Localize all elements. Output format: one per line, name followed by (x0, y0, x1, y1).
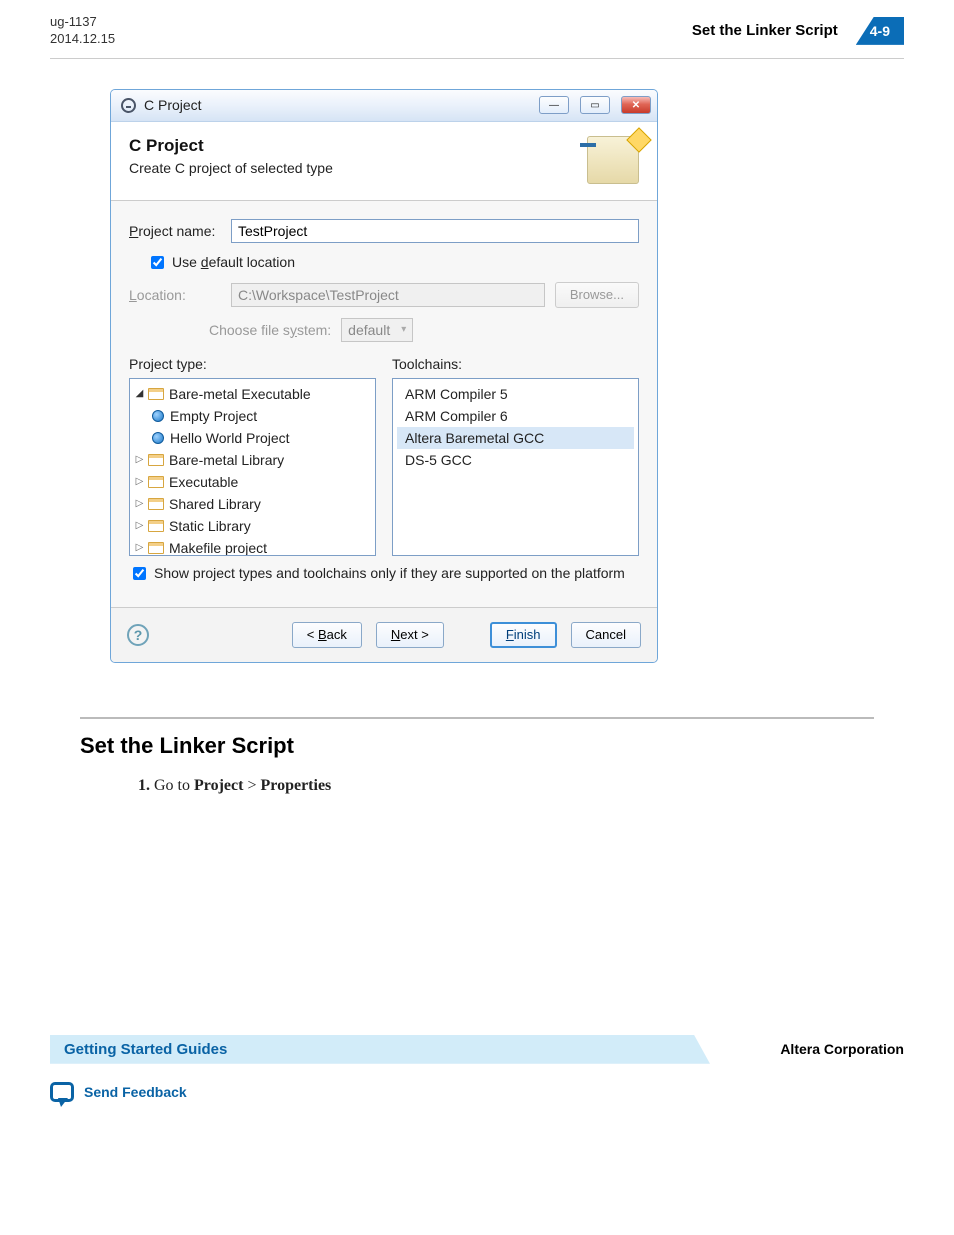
expand-icon[interactable]: ▷ (134, 542, 145, 553)
tree-label: Shared Library (169, 496, 261, 512)
expand-icon[interactable]: ▷ (134, 454, 145, 465)
toolchain-arm6[interactable]: ARM Compiler 6 (397, 405, 634, 427)
header-title: Set the Linker Script (692, 22, 838, 39)
tree-label: Bare-metal Executable (169, 386, 311, 402)
send-feedback-link[interactable]: Send Feedback (84, 1084, 187, 1100)
dialog-body: Project name: Use default location Locat… (111, 201, 657, 607)
expand-icon[interactable]: ▷ (134, 476, 145, 487)
project-type-column: Project type: ◢ Bare-metal Executable Em… (129, 356, 376, 556)
dialog-header-subtitle: Create C project of selected type (129, 160, 333, 176)
guides-link[interactable]: Getting Started Guides (50, 1035, 710, 1064)
page-footer: Getting Started Guides Altera Corporatio… (0, 1035, 954, 1132)
doc-meta: ug-1137 2014.12.15 (50, 14, 115, 48)
project-type-label: Project type: (129, 356, 376, 372)
filesystem-row: Choose file system: default (209, 318, 639, 342)
back-button[interactable]: < Back (292, 622, 362, 648)
dialog-footer: ? < Back Next > Finish Cancel (111, 607, 657, 662)
close-button[interactable]: ✕ (621, 96, 651, 114)
project-name-label: Project name: (129, 223, 231, 239)
use-default-location-label: Use default location (172, 254, 295, 270)
expand-icon[interactable]: ▷ (134, 520, 145, 531)
next-button[interactable]: Next > (376, 622, 444, 648)
tree-node-static-library[interactable]: ▷ Static Library (134, 515, 371, 537)
folder-icon (148, 388, 164, 400)
page-header: ug-1137 2014.12.15 Set the Linker Script… (0, 0, 954, 58)
dialog-header-title: C Project (129, 136, 333, 156)
tree-label: Bare-metal Library (169, 452, 284, 468)
help-icon[interactable]: ? (127, 624, 149, 646)
step-1: 1. Go to Project > Properties (138, 777, 874, 795)
project-icon (152, 410, 164, 422)
app-icon (121, 98, 136, 113)
supported-only-checkbox[interactable] (133, 567, 146, 580)
tree-label: Static Library (169, 518, 251, 534)
tree-node-baremetal-exe[interactable]: ◢ Bare-metal Executable (134, 383, 371, 405)
location-input (231, 283, 545, 307)
tree-label: Hello World Project (170, 430, 290, 446)
tree-node-shared-library[interactable]: ▷ Shared Library (134, 493, 371, 515)
wizard-banner-icon (587, 136, 639, 184)
tree-node-empty-project[interactable]: Empty Project (134, 405, 371, 427)
project-name-input[interactable] (231, 219, 639, 243)
folder-icon (148, 498, 164, 510)
tree-node-executable[interactable]: ▷ Executable (134, 471, 371, 493)
cancel-button[interactable]: Cancel (571, 622, 641, 648)
minimize-button[interactable]: — (539, 96, 569, 114)
toolchains-list[interactable]: ARM Compiler 5 ARM Compiler 6 Altera Bar… (392, 378, 639, 556)
tree-node-hello-world[interactable]: Hello World Project (134, 427, 371, 449)
expand-icon[interactable]: ▷ (134, 498, 145, 509)
supported-row: Show project types and toolchains only i… (129, 564, 639, 583)
tree-node-makefile-project[interactable]: ▷ Makefile project (134, 537, 371, 556)
doc-id: ug-1137 (50, 14, 115, 31)
toolchain-ds5-gcc[interactable]: DS-5 GCC (397, 449, 634, 471)
window-title: C Project (144, 97, 528, 113)
header-divider (50, 58, 904, 59)
location-row: Location: Browse... (129, 282, 639, 308)
project-icon (152, 432, 164, 444)
doc-date: 2014.12.15 (50, 31, 115, 48)
section-heading: Set the Linker Script (80, 733, 874, 759)
type-toolchain-columns: Project type: ◢ Bare-metal Executable Em… (129, 356, 639, 556)
use-default-row: Use default location (147, 253, 639, 272)
toolchain-arm5[interactable]: ARM Compiler 5 (397, 383, 634, 405)
step-number: 1. (138, 777, 150, 794)
titlebar[interactable]: C Project — ▭ ✕ (111, 90, 657, 122)
step-text-pre: Go to (154, 777, 194, 794)
tree-label: Makefile project (169, 540, 267, 556)
feedback-icon (50, 1082, 74, 1102)
maximize-button[interactable]: ▭ (580, 96, 610, 114)
location-label: Location: (129, 287, 231, 303)
c-project-dialog: C Project — ▭ ✕ C Project Create C proje… (110, 89, 658, 663)
footer-row-2: Send Feedback (50, 1082, 904, 1102)
project-name-row: Project name: (129, 219, 639, 243)
toolchain-altera-gcc[interactable]: Altera Baremetal GCC (397, 427, 634, 449)
tree-label: Executable (169, 474, 238, 490)
step-menu-2: Properties (260, 777, 331, 794)
tree-label: Empty Project (170, 408, 257, 424)
corporation-label: Altera Corporation (780, 1041, 904, 1057)
toolchains-label: Toolchains: (392, 356, 639, 372)
browse-button: Browse... (555, 282, 639, 308)
dialog-header: C Project Create C project of selected t… (111, 122, 657, 201)
tree-node-baremetal-lib[interactable]: ▷ Bare-metal Library (134, 449, 371, 471)
filesystem-select: default (341, 318, 413, 342)
page-number-badge: 4-9 (856, 17, 904, 45)
footer-row-1: Getting Started Guides Altera Corporatio… (50, 1035, 904, 1064)
folder-icon (148, 542, 164, 554)
use-default-location-checkbox[interactable] (151, 256, 164, 269)
supported-only-label: Show project types and toolchains only i… (154, 565, 625, 581)
folder-icon (148, 454, 164, 466)
filesystem-label: Choose file system: (209, 322, 331, 338)
expand-icon[interactable]: ◢ (134, 388, 145, 399)
step-sep: > (243, 777, 260, 794)
finish-button[interactable]: Finish (490, 622, 557, 648)
doc-body: Set the Linker Script 1. Go to Project >… (0, 663, 954, 795)
project-type-tree[interactable]: ◢ Bare-metal Executable Empty Project He… (129, 378, 376, 556)
section-divider (80, 717, 874, 719)
header-right: Set the Linker Script 4-9 (692, 17, 904, 45)
step-menu-1: Project (194, 777, 243, 794)
folder-icon (148, 476, 164, 488)
folder-icon (148, 520, 164, 532)
toolchains-column: Toolchains: ARM Compiler 5 ARM Compiler … (392, 356, 639, 556)
